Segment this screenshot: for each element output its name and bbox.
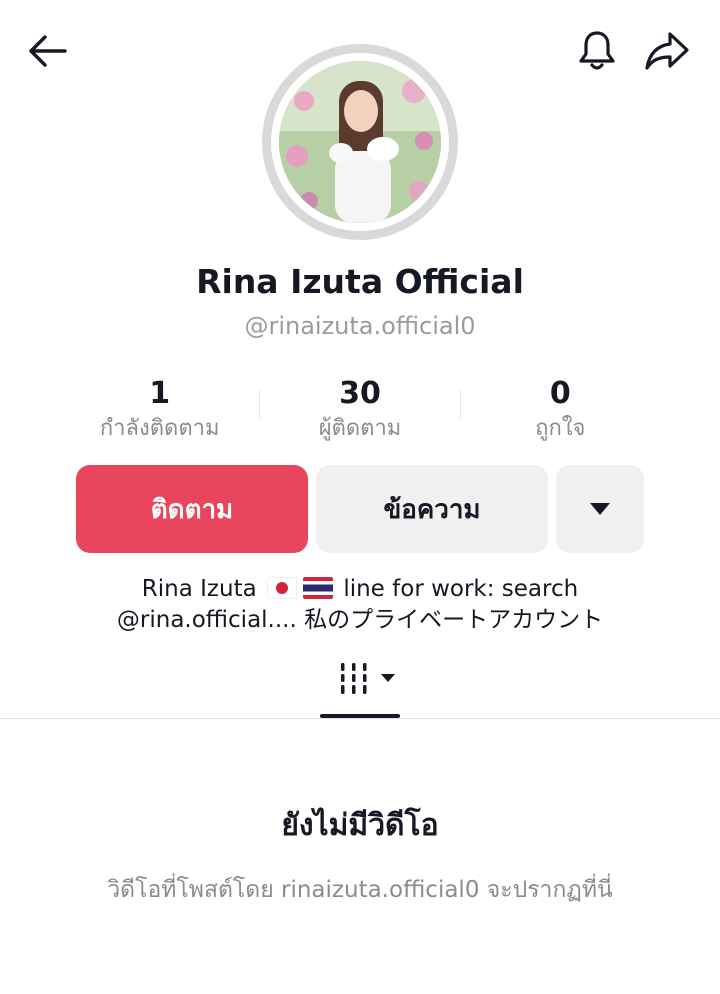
- profile-stats: 1 กำลังติดตาม 30 ผู้ติดตาม 0 ถูกใจ: [60, 376, 660, 446]
- japan-flag-icon: [267, 577, 298, 599]
- empty-state-subtitle: วิดีโอที่โพสต์โดย rinaizuta.official0 จะ…: [107, 877, 613, 903]
- stat-following[interactable]: 1 กำลังติดตาม: [60, 376, 259, 446]
- follow-button[interactable]: ติดตาม: [76, 465, 308, 553]
- likes-count: 0: [549, 376, 571, 411]
- followers-count: 30: [339, 376, 381, 411]
- bio-line-1: Rina Izuta line for work: search: [40, 574, 680, 605]
- stat-likes[interactable]: 0 ถูกใจ: [461, 376, 660, 446]
- stat-followers[interactable]: 30 ผู้ติดตาม: [260, 376, 459, 446]
- likes-label: ถูกใจ: [535, 416, 586, 441]
- following-label: กำลังติดตาม: [99, 416, 220, 441]
- username: @rinaizuta.official0: [244, 312, 476, 340]
- grid-icon: [341, 663, 395, 694]
- caret-down-icon: [590, 503, 610, 515]
- back-button[interactable]: [22, 26, 72, 76]
- more-options-button[interactable]: [556, 465, 644, 553]
- display-name: Rina Izuta Official: [196, 262, 524, 301]
- tab-videos[interactable]: [336, 660, 400, 700]
- bio-name: Rina Izuta: [141, 576, 257, 602]
- followers-label: ผู้ติดตาม: [318, 416, 402, 441]
- share-button[interactable]: [642, 26, 692, 76]
- empty-state-title: ยังไม่มีวิดีโอ: [281, 808, 439, 843]
- profile-photo: [279, 61, 441, 223]
- bio-line-2: @rina.official.... 私のプライベートアカウント: [116, 607, 604, 633]
- share-arrow-icon: [645, 32, 689, 70]
- thailand-flag-icon: [303, 577, 334, 599]
- arrow-left-icon: [29, 35, 67, 67]
- avatar[interactable]: [262, 44, 458, 240]
- bio: Rina Izuta line for work: search @rina.o…: [40, 574, 680, 636]
- bell-icon: [579, 31, 615, 70]
- following-count: 1: [149, 376, 171, 411]
- notification-button[interactable]: [572, 26, 622, 76]
- bio-text: line for work: search: [343, 576, 579, 602]
- message-button[interactable]: ข้อความ: [316, 465, 548, 553]
- tab-divider: [0, 718, 720, 719]
